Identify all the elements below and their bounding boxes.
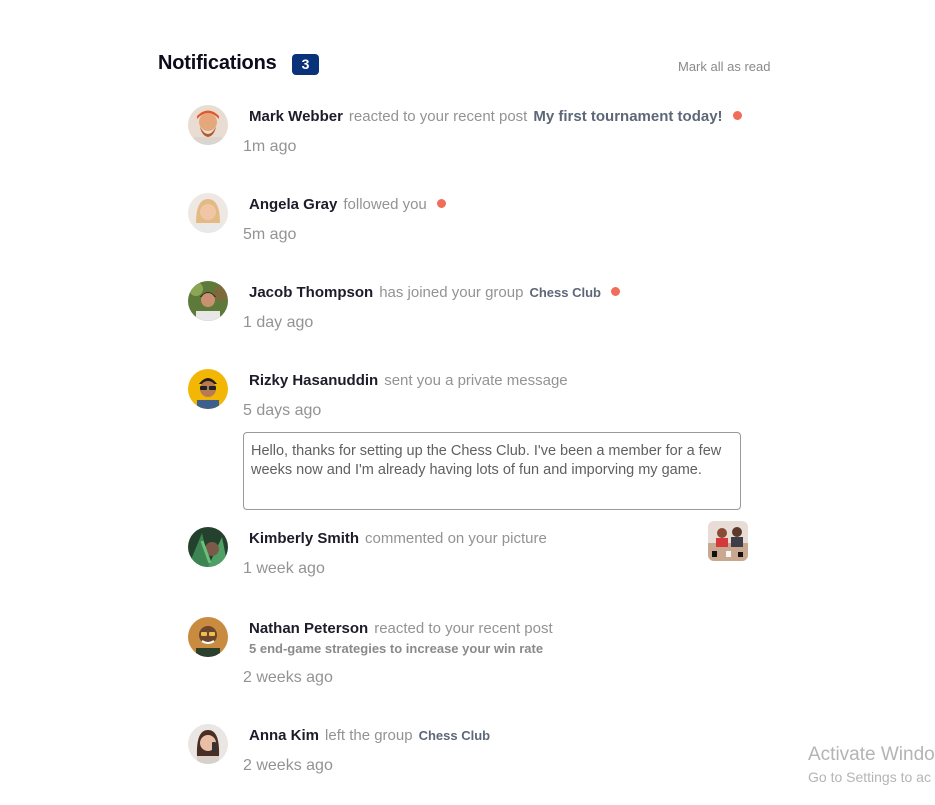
post-link[interactable]: My first tournament today!	[533, 108, 722, 125]
post-link[interactable]: 5 end-game strategies to increase your w…	[249, 641, 543, 656]
mark-all-as-read-button[interactable]: Mark all as read	[678, 59, 770, 74]
group-link[interactable]: Chess Club	[529, 285, 601, 300]
activate-windows-watermark-title: Activate Windo	[808, 744, 935, 765]
private-message-preview[interactable]: Hello, thanks for setting up the Chess C…	[243, 432, 741, 510]
unread-dot	[610, 287, 620, 296]
unread-count-badge: 3	[292, 54, 319, 75]
avatar-kimberly-smith[interactable]	[188, 527, 228, 567]
notification-action: reacted to your recent post	[374, 620, 553, 637]
sender-name[interactable]: Kimberly Smith	[249, 530, 359, 547]
timestamp: 1 day ago	[243, 314, 314, 331]
avatar-jacob-thompson[interactable]	[188, 281, 228, 321]
sender-name[interactable]: Angela Gray	[249, 196, 337, 213]
sender-name[interactable]: Mark Webber	[249, 108, 343, 125]
avatar-rizky-hasanuddin[interactable]	[188, 369, 228, 409]
sender-name[interactable]: Rizky Hasanuddin	[249, 372, 378, 389]
timestamp: 5m ago	[243, 226, 297, 243]
notification-action: has joined your group	[379, 284, 524, 301]
notification-action: reacted to your recent post	[348, 108, 528, 125]
timestamp: 5 days ago	[243, 402, 322, 419]
sender-name[interactable]: Jacob Thompson	[249, 284, 373, 301]
activate-windows-watermark-subtitle: Go to Settings to ac	[808, 769, 931, 785]
notification-action: sent you a private message	[384, 372, 568, 389]
timestamp: 2 weeks ago	[243, 757, 333, 774]
timestamp: 1 week ago	[243, 560, 325, 577]
notification-action: followed you	[343, 196, 427, 213]
avatar-anna-kim[interactable]	[188, 724, 228, 764]
sender-name[interactable]: Anna Kim	[249, 727, 319, 744]
timestamp: 2 weeks ago	[243, 669, 333, 686]
avatar-mark-webber[interactable]	[188, 105, 228, 145]
page-title: Notifications	[158, 52, 277, 74]
unread-dot	[436, 199, 446, 208]
avatar-nathan-peterson[interactable]	[188, 617, 228, 657]
timestamp: 1m ago	[243, 138, 297, 155]
avatar-angela-gray[interactable]	[188, 193, 228, 233]
sender-name[interactable]: Nathan Peterson	[249, 620, 368, 637]
notification-action: left the group	[325, 727, 413, 744]
unread-dot	[732, 111, 742, 120]
chess-picture-thumbnail[interactable]	[708, 521, 748, 561]
group-link[interactable]: Chess Club	[419, 728, 491, 743]
notification-action: commented on your picture	[365, 530, 547, 547]
